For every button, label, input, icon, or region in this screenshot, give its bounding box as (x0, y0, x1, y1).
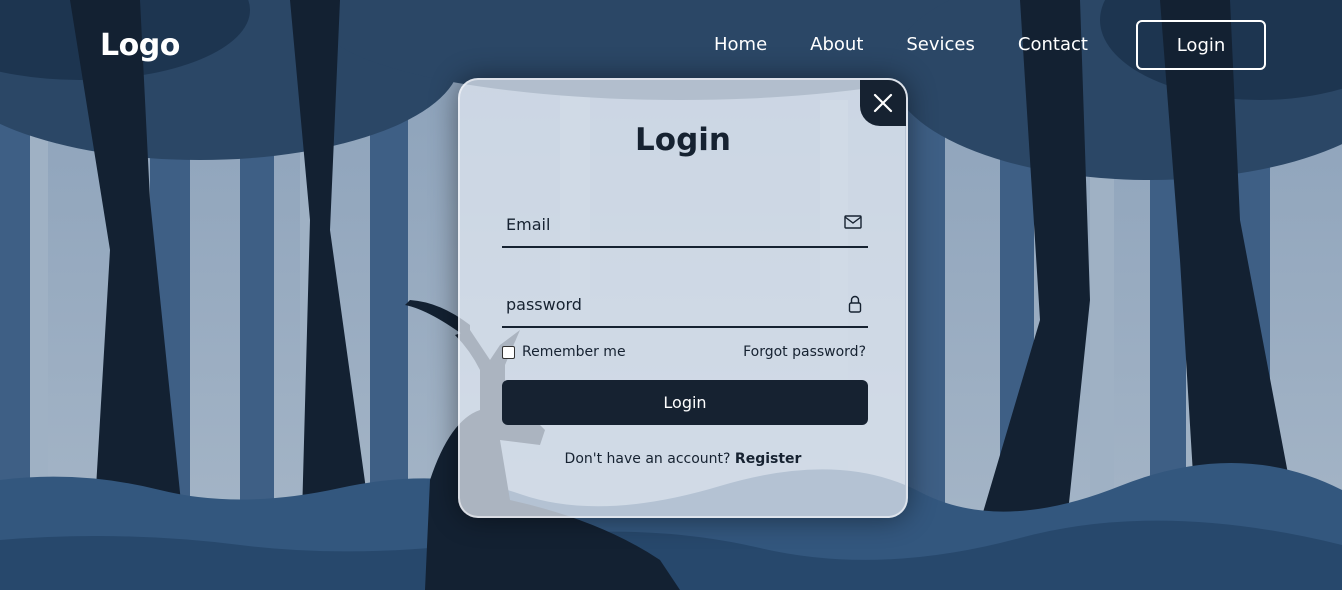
nav-about[interactable]: About (810, 34, 863, 55)
email-field-group (502, 202, 868, 248)
password-field-group (502, 282, 868, 328)
remember-me[interactable]: Remember me (502, 344, 626, 360)
register-link[interactable]: Register (735, 451, 802, 467)
nav-services[interactable]: Sevices (906, 34, 975, 55)
mail-icon (844, 215, 862, 229)
close-button[interactable] (860, 80, 906, 126)
email-field[interactable] (506, 202, 826, 246)
logo[interactable]: Logo (100, 28, 180, 63)
nav-contact[interactable]: Contact (1018, 34, 1088, 55)
password-field[interactable] (506, 282, 826, 326)
lock-icon (848, 295, 862, 313)
forgot-password-link[interactable]: Forgot password? (743, 344, 866, 360)
login-modal: Login Remember me Forgot password? Login… (458, 78, 908, 518)
remember-label: Remember me (522, 344, 626, 360)
nav-home[interactable]: Home (714, 34, 767, 55)
main-nav: Home About Sevices Contact (714, 34, 1131, 55)
close-icon (873, 93, 893, 113)
modal-title: Login (635, 122, 731, 158)
header-login-button[interactable]: Login (1136, 20, 1266, 70)
submit-login-button[interactable]: Login (502, 380, 868, 425)
remember-checkbox[interactable] (502, 345, 515, 359)
register-text: Don't have an account? (564, 451, 731, 467)
register-prompt: Don't have an account? Register (460, 451, 906, 467)
